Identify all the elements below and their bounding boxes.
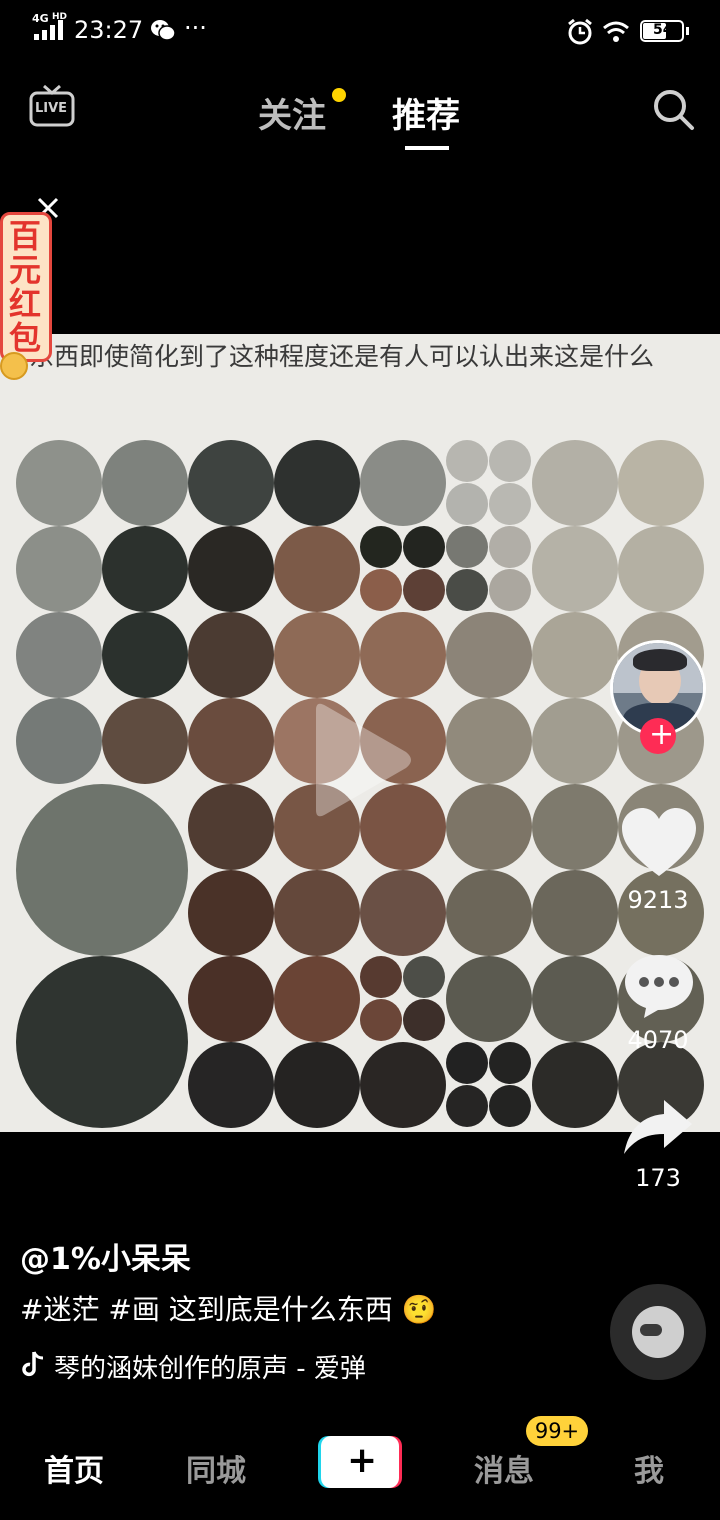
battery-level: 54	[653, 22, 673, 38]
follow-new-dot	[332, 88, 346, 102]
music-note-icon	[22, 1350, 44, 1382]
like-count: 9213	[627, 886, 689, 914]
add-icon: +	[347, 1440, 378, 1481]
battery-icon: 54	[640, 20, 689, 42]
music-title[interactable]: 琴的涵妹创作的原声 - 爱弹	[54, 1348, 366, 1385]
more-dots-icon: ···	[184, 14, 207, 42]
red-packet-char-1: 百	[9, 217, 42, 255]
nav-home[interactable]: 首页	[44, 1446, 104, 1490]
red-packet-char-3: 红	[9, 285, 42, 323]
share-count: 173	[635, 1164, 681, 1192]
status-time: 23:27	[74, 16, 144, 44]
status-bar: 4G HD 23:27 ··· 54	[0, 0, 720, 64]
wechat-icon	[150, 18, 176, 42]
tab-follow[interactable]: 关注	[258, 88, 326, 137]
live-button[interactable]: LIVE	[28, 84, 76, 128]
post-description-text: #迷茫 #画 这到底是什么东西	[20, 1293, 393, 1326]
comment-icon[interactable]	[622, 952, 696, 1024]
post-description: #迷茫 #画 这到底是什么东西 🤨	[20, 1288, 437, 1328]
red-packet-banner[interactable]: 百 元 红 包	[0, 212, 52, 362]
play-icon[interactable]	[306, 700, 416, 824]
video-frame[interactable]: 这东西即使简化到了这种程度还是有人可以认出来这是什么	[0, 334, 720, 1132]
network-type: 4G	[32, 12, 49, 25]
tab-underline	[405, 146, 449, 150]
coin-icon	[0, 352, 28, 380]
heart-icon[interactable]	[620, 806, 698, 882]
comment-count: 4070	[627, 1026, 689, 1054]
wifi-icon	[602, 20, 630, 48]
red-packet-char-4: 包	[9, 319, 42, 357]
thinking-emoji: 🤨	[401, 1293, 437, 1326]
nav-city[interactable]: 同城	[186, 1446, 246, 1490]
live-label: LIVE	[35, 101, 68, 116]
share-icon[interactable]	[622, 1096, 694, 1160]
video-caption: 这东西即使简化到了这种程度还是有人可以认出来这是什么	[4, 342, 655, 371]
add-button[interactable]: +	[318, 1436, 402, 1488]
red-packet-char-2: 元	[9, 251, 42, 289]
nav-messages[interactable]: 消息	[474, 1446, 534, 1490]
music-disc[interactable]	[610, 1284, 706, 1380]
tab-recommend[interactable]: 推荐	[392, 88, 460, 137]
follow-plus-button[interactable]: +	[640, 717, 676, 754]
top-nav: LIVE 关注 推荐	[0, 70, 720, 160]
alarm-icon	[566, 18, 594, 50]
signal-icon: 4G HD	[32, 12, 68, 44]
nav-me[interactable]: 我	[634, 1446, 664, 1490]
author-name[interactable]: @1%小呆呆	[20, 1234, 191, 1278]
bottom-nav: 首页 同城 + 消息 99+ 我	[0, 1416, 720, 1520]
search-icon[interactable]	[652, 88, 696, 136]
messages-badge: 99+	[526, 1416, 588, 1446]
